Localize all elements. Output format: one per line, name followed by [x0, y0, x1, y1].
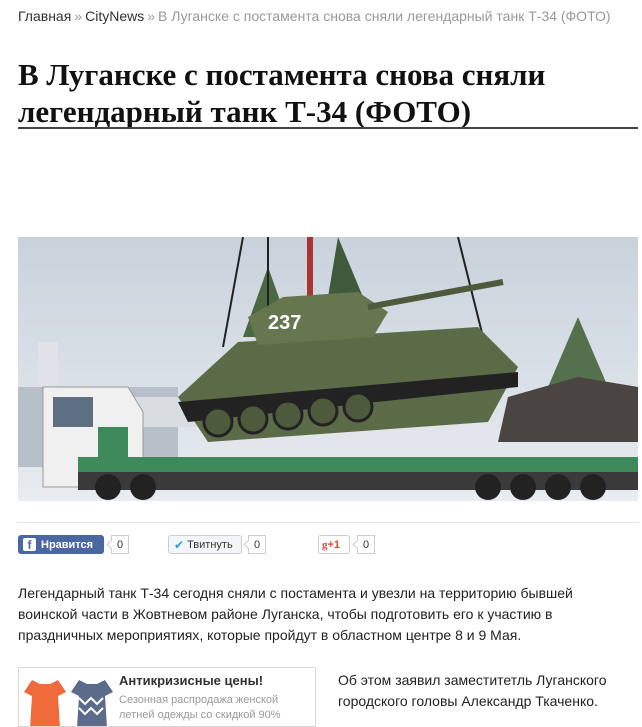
ad-block[interactable]: Антикризисные цены! Сезонная распродажа … — [18, 667, 316, 727]
facebook-like-count: 0 — [111, 535, 129, 554]
ad-title[interactable]: Антикризисные цены! — [119, 673, 263, 688]
twitter-bird-icon: ✔ — [174, 537, 185, 552]
breadcrumb-separator: » — [147, 8, 156, 24]
orange-dress-image — [24, 680, 66, 726]
article-photo: 237 — [18, 237, 638, 501]
facebook-like-button[interactable]: f Нравится — [18, 535, 104, 554]
breadcrumb-current: В Луганске с постамента снова сняли леге… — [158, 8, 611, 24]
twitter-tweet-button[interactable]: ✔ Твитнуть — [168, 535, 242, 554]
article-continuation-paragraph: Об этом заявил заместитетль Луганского г… — [338, 672, 607, 709]
twitter-tweet-label: Твитнуть — [187, 538, 233, 551]
title-divider — [18, 127, 638, 129]
patterned-dress-image — [71, 680, 113, 726]
google-plus-one-count: 0 — [357, 535, 375, 554]
article-lead-paragraph: Легендарный танк Т-34 сегодня сняли с по… — [18, 585, 573, 643]
ad-text: Сезонная распродажа женской летней одежд… — [119, 694, 281, 721]
breadcrumb-home-link[interactable]: Главная — [18, 8, 71, 24]
breadcrumb: Главная» CityNews» В Луганске с постамента… — [18, 8, 611, 24]
google-plus-one-label: +1 — [327, 538, 341, 551]
google-plus-one-button[interactable]: g +1 — [318, 535, 350, 554]
facebook-icon: f — [23, 538, 36, 552]
social-share-bar: f Нравится 0 ✔ Твитнуть 0 g +1 0 — [18, 522, 638, 567]
tank-number: 237 — [268, 312, 301, 334]
tank-photo-illustration: 237 — [18, 237, 638, 501]
breadcrumb-section-link[interactable]: CityNews — [85, 8, 144, 24]
breadcrumb-separator: » — [74, 8, 83, 24]
page-title: В Луганске с постамента снова сняли леге… — [18, 57, 546, 129]
facebook-like-label: Нравится — [41, 538, 94, 551]
twitter-tweet-count: 0 — [248, 535, 266, 554]
